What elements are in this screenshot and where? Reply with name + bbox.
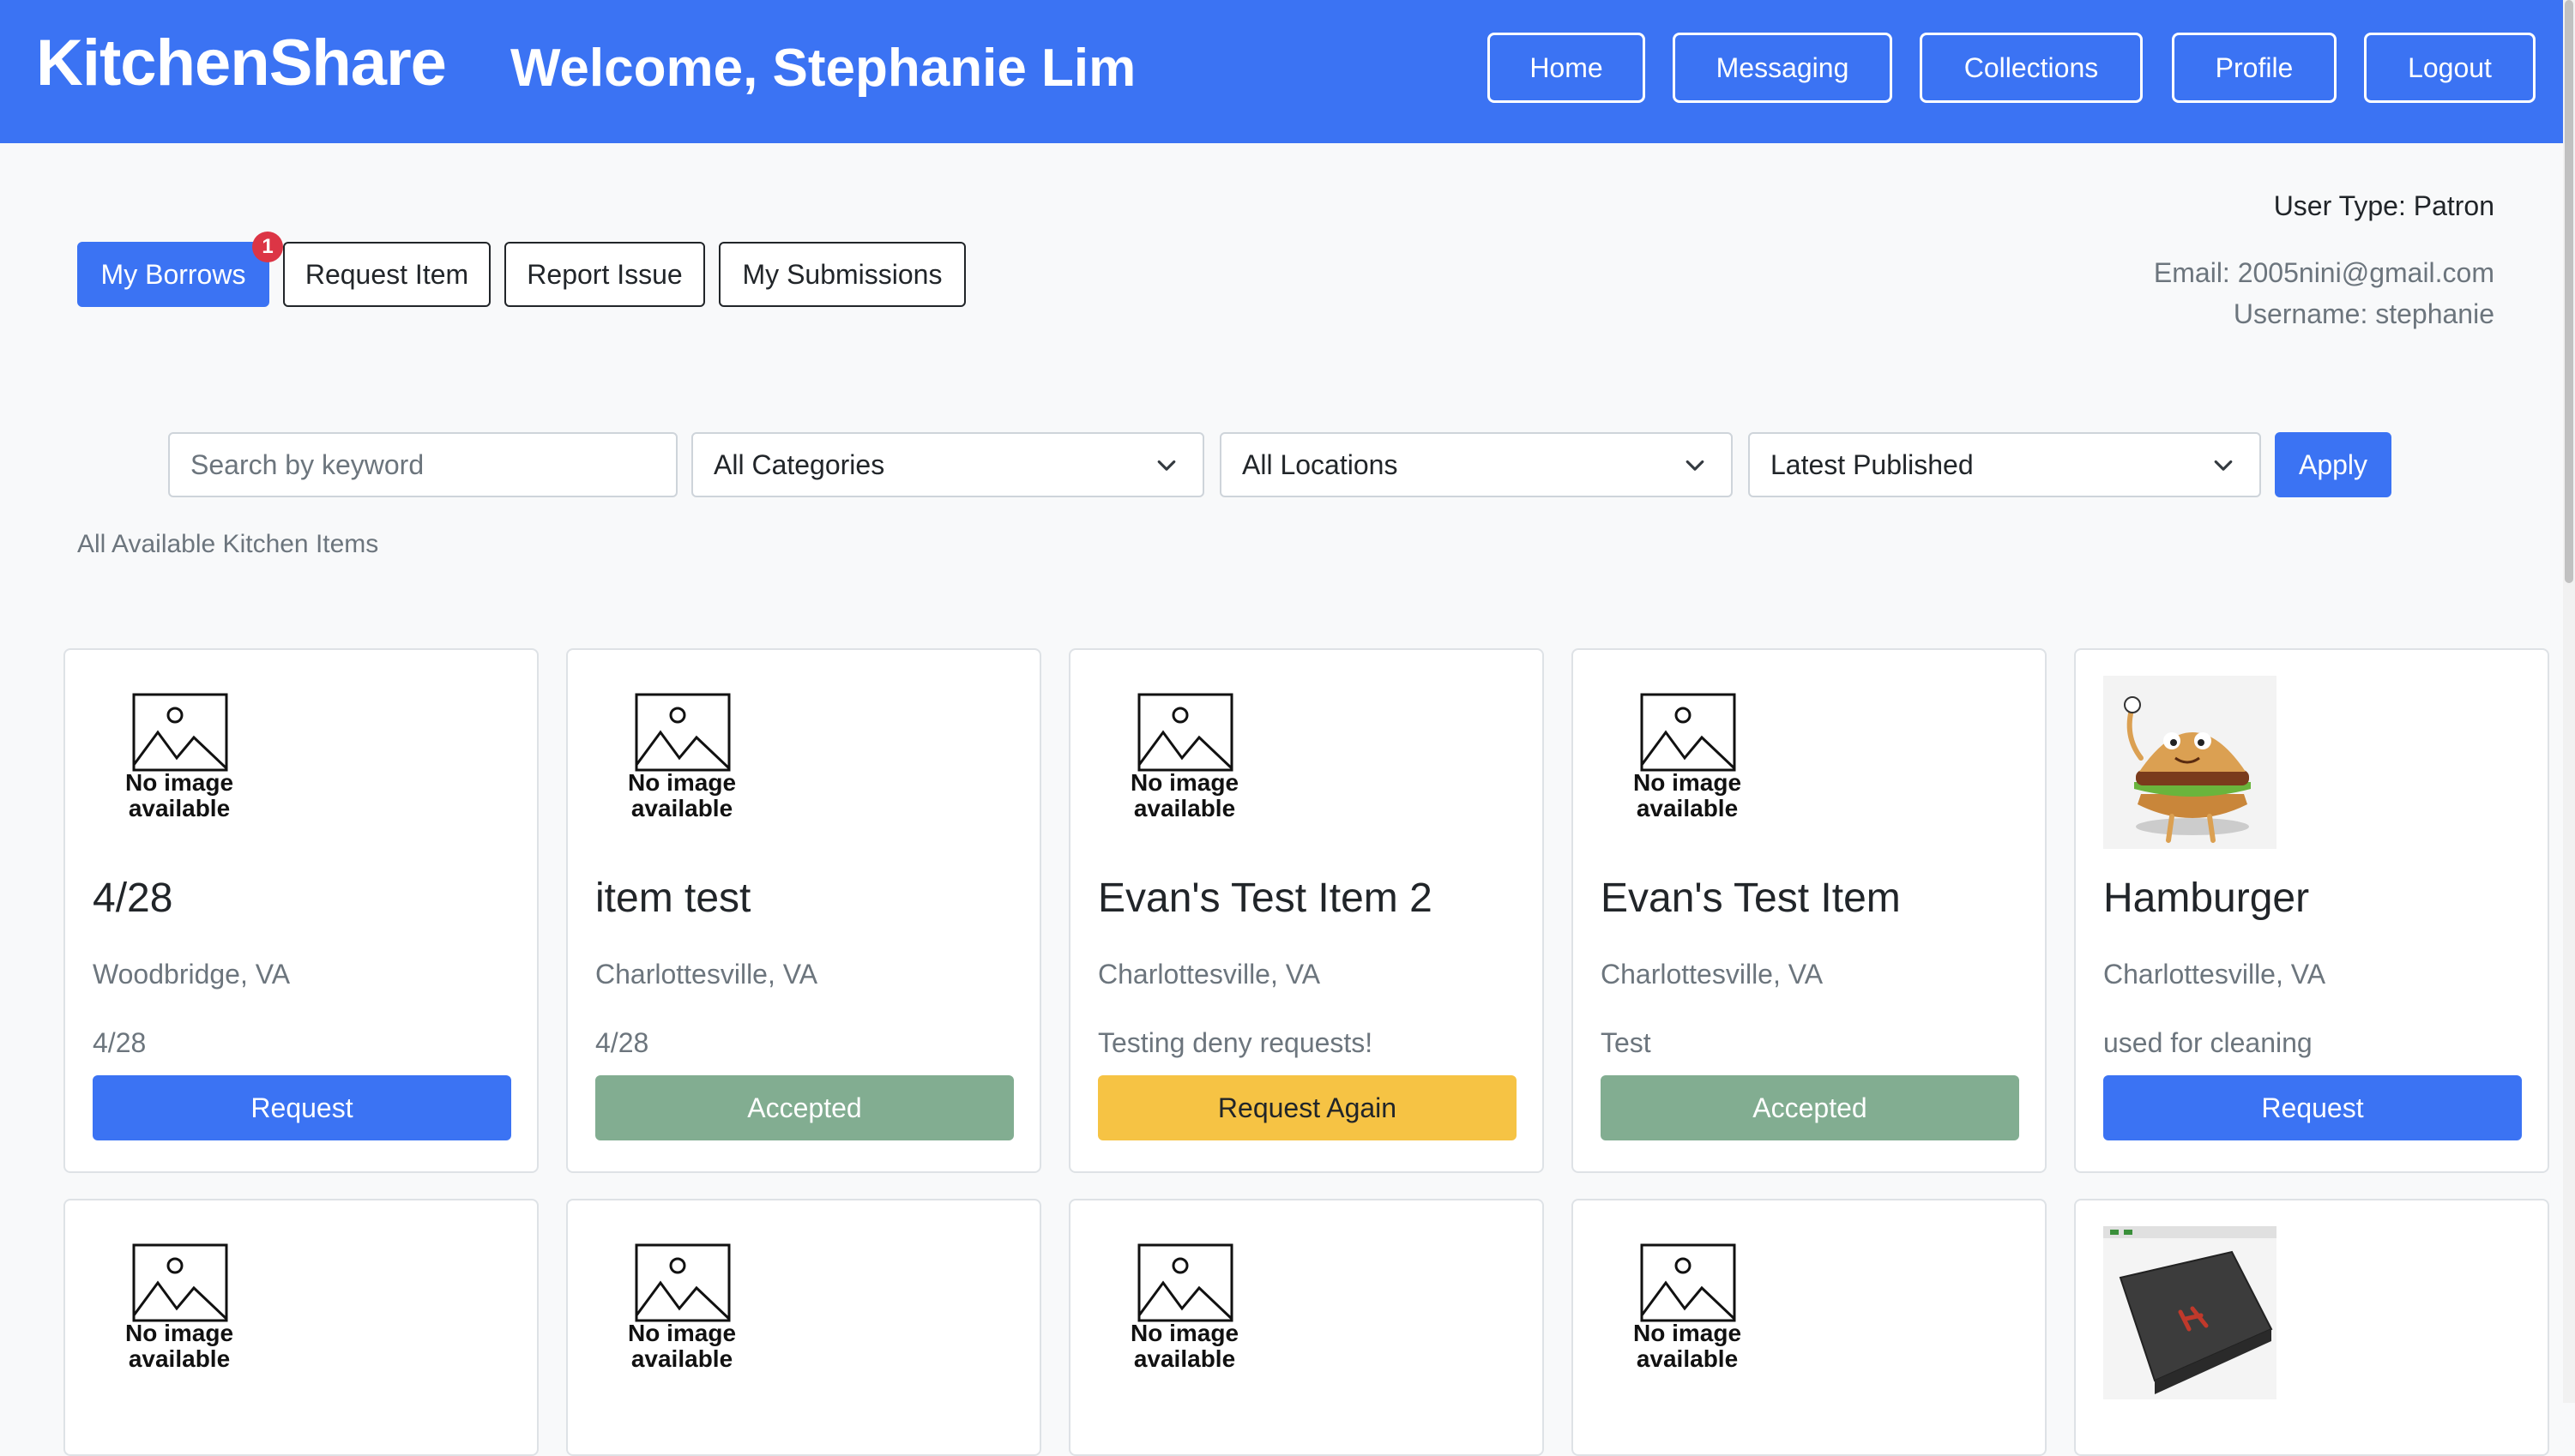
location-select-value: All Locations: [1242, 448, 1398, 480]
chevron-down-icon: [2214, 460, 2233, 471]
item-title: item test: [595, 875, 751, 921]
no-image-placeholder: No image available: [93, 1226, 266, 1399]
no-image-placeholder: No image available: [1098, 676, 1271, 849]
no-image-placeholder: No image available: [595, 1226, 769, 1399]
item-card: No image available: [63, 1199, 539, 1456]
nav-collections-button[interactable]: Collections: [1920, 33, 2143, 103]
image-placeholder-icon: [132, 1243, 228, 1322]
item-title: Evan's Test Item 2: [1098, 875, 1432, 921]
item-card: No image available: [1571, 1199, 2047, 1456]
tab-my-borrows[interactable]: My Borrows: [77, 242, 269, 307]
welcome-message: Welcome, Stephanie Lim: [510, 39, 1137, 98]
hamburger-image: [2103, 676, 2276, 849]
no-image-text: No image available: [124, 769, 234, 821]
no-image-text: No image available: [1632, 769, 1742, 821]
no-image-text: No image available: [627, 769, 737, 821]
item-description: 4/28: [93, 1027, 147, 1058]
no-image-placeholder: No image available: [93, 676, 266, 849]
item-description: 4/28: [595, 1027, 649, 1058]
nav-profile-button[interactable]: Profile: [2172, 33, 2337, 103]
nav-logout-button[interactable]: Logout: [2364, 33, 2536, 103]
item-location: Woodbridge, VA: [93, 959, 291, 990]
tab-my-submissions[interactable]: My Submissions: [719, 242, 966, 307]
image-placeholder-icon: [1640, 1243, 1736, 1322]
no-image-placeholder: No image available: [1098, 1226, 1271, 1399]
no-image-text: No image available: [1632, 1320, 1742, 1372]
item-description: Test: [1601, 1027, 1651, 1058]
accepted-button[interactable]: Accepted: [1601, 1075, 2019, 1140]
image-placeholder-icon: [1137, 693, 1233, 772]
user-type-label: User Type: Patron: [2273, 190, 2494, 221]
user-username-label: Username: stephanie: [2233, 298, 2494, 329]
image-placeholder-icon: [132, 693, 228, 772]
location-select[interactable]: All Locations: [1220, 432, 1733, 497]
no-image-placeholder: No image available: [1601, 676, 1774, 849]
nav-home-button[interactable]: Home: [1487, 33, 1645, 103]
user-email-label: Email: 2005nini@gmail.com: [2153, 257, 2494, 288]
item-title: 4/28: [93, 875, 173, 921]
tab-report-issue[interactable]: Report Issue: [504, 242, 705, 307]
accepted-button[interactable]: Accepted: [595, 1075, 1014, 1140]
image-placeholder-icon: [1640, 693, 1736, 772]
no-image-text: No image available: [1130, 1320, 1239, 1372]
sort-select[interactable]: Latest Published: [1748, 432, 2261, 497]
tab-request-item[interactable]: Request Item: [283, 242, 491, 307]
item-description: Testing deny requests!: [1098, 1027, 1373, 1058]
item-card: No image available: [1069, 1199, 1544, 1456]
no-image-text: No image available: [124, 1320, 234, 1372]
brand-logo[interactable]: KitchenShare: [36, 26, 447, 100]
item-card: No image available item test Charlottesvi…: [566, 648, 1041, 1173]
item-location: Charlottesville, VA: [1098, 959, 1321, 990]
sort-select-value: Latest Published: [1770, 448, 1974, 480]
item-card: No image available: [566, 1199, 1041, 1456]
chevron-down-icon: [1686, 460, 1704, 471]
apply-filters-button[interactable]: Apply: [2275, 432, 2391, 497]
no-image-placeholder: No image available: [1601, 1226, 1774, 1399]
no-image-text: No image available: [1130, 769, 1239, 821]
request-button[interactable]: Request: [93, 1075, 511, 1140]
search-input[interactable]: [168, 432, 678, 497]
my-borrows-count-badge: 1: [252, 232, 283, 262]
no-image-text: No image available: [627, 1320, 737, 1372]
item-title: Evan's Test Item: [1601, 875, 1901, 921]
section-title: All Available Kitchen Items: [77, 530, 379, 558]
image-placeholder-icon: [635, 693, 731, 772]
item-location: Charlottesville, VA: [2103, 959, 2326, 990]
item-card: No image available 4/28 Woodbridge, VA 4/…: [63, 648, 539, 1173]
category-select[interactable]: All Categories: [691, 432, 1204, 497]
item-title: Hamburger: [2103, 875, 2310, 921]
request-button[interactable]: Request: [2103, 1075, 2522, 1140]
top-navbar: KitchenShare Welcome, Stephanie Lim Home…: [0, 0, 2563, 143]
image-placeholder-icon: [1137, 1243, 1233, 1322]
chevron-down-icon: [1157, 460, 1176, 471]
page-scrollbar-thumb[interactable]: [2565, 0, 2573, 583]
request-again-button[interactable]: Request Again: [1098, 1075, 1517, 1140]
item-card: [2074, 1199, 2549, 1456]
item-card: Hamburger Charlottesville, VA used for c…: [2074, 648, 2549, 1173]
nav-messaging-button[interactable]: Messaging: [1673, 33, 1892, 103]
no-image-placeholder: No image available: [595, 676, 769, 849]
item-location: Charlottesville, VA: [1601, 959, 1824, 990]
item-card: No image available Evan's Test Item 2 Cha…: [1069, 648, 1544, 1173]
item-location: Charlottesville, VA: [595, 959, 818, 990]
item-description: used for cleaning: [2103, 1027, 2313, 1058]
category-select-value: All Categories: [714, 448, 885, 480]
item-card: No image available Evan's Test Item Charl…: [1571, 648, 2047, 1173]
image-placeholder-icon: [635, 1243, 731, 1322]
3d-print-bed-image: [2103, 1226, 2276, 1399]
